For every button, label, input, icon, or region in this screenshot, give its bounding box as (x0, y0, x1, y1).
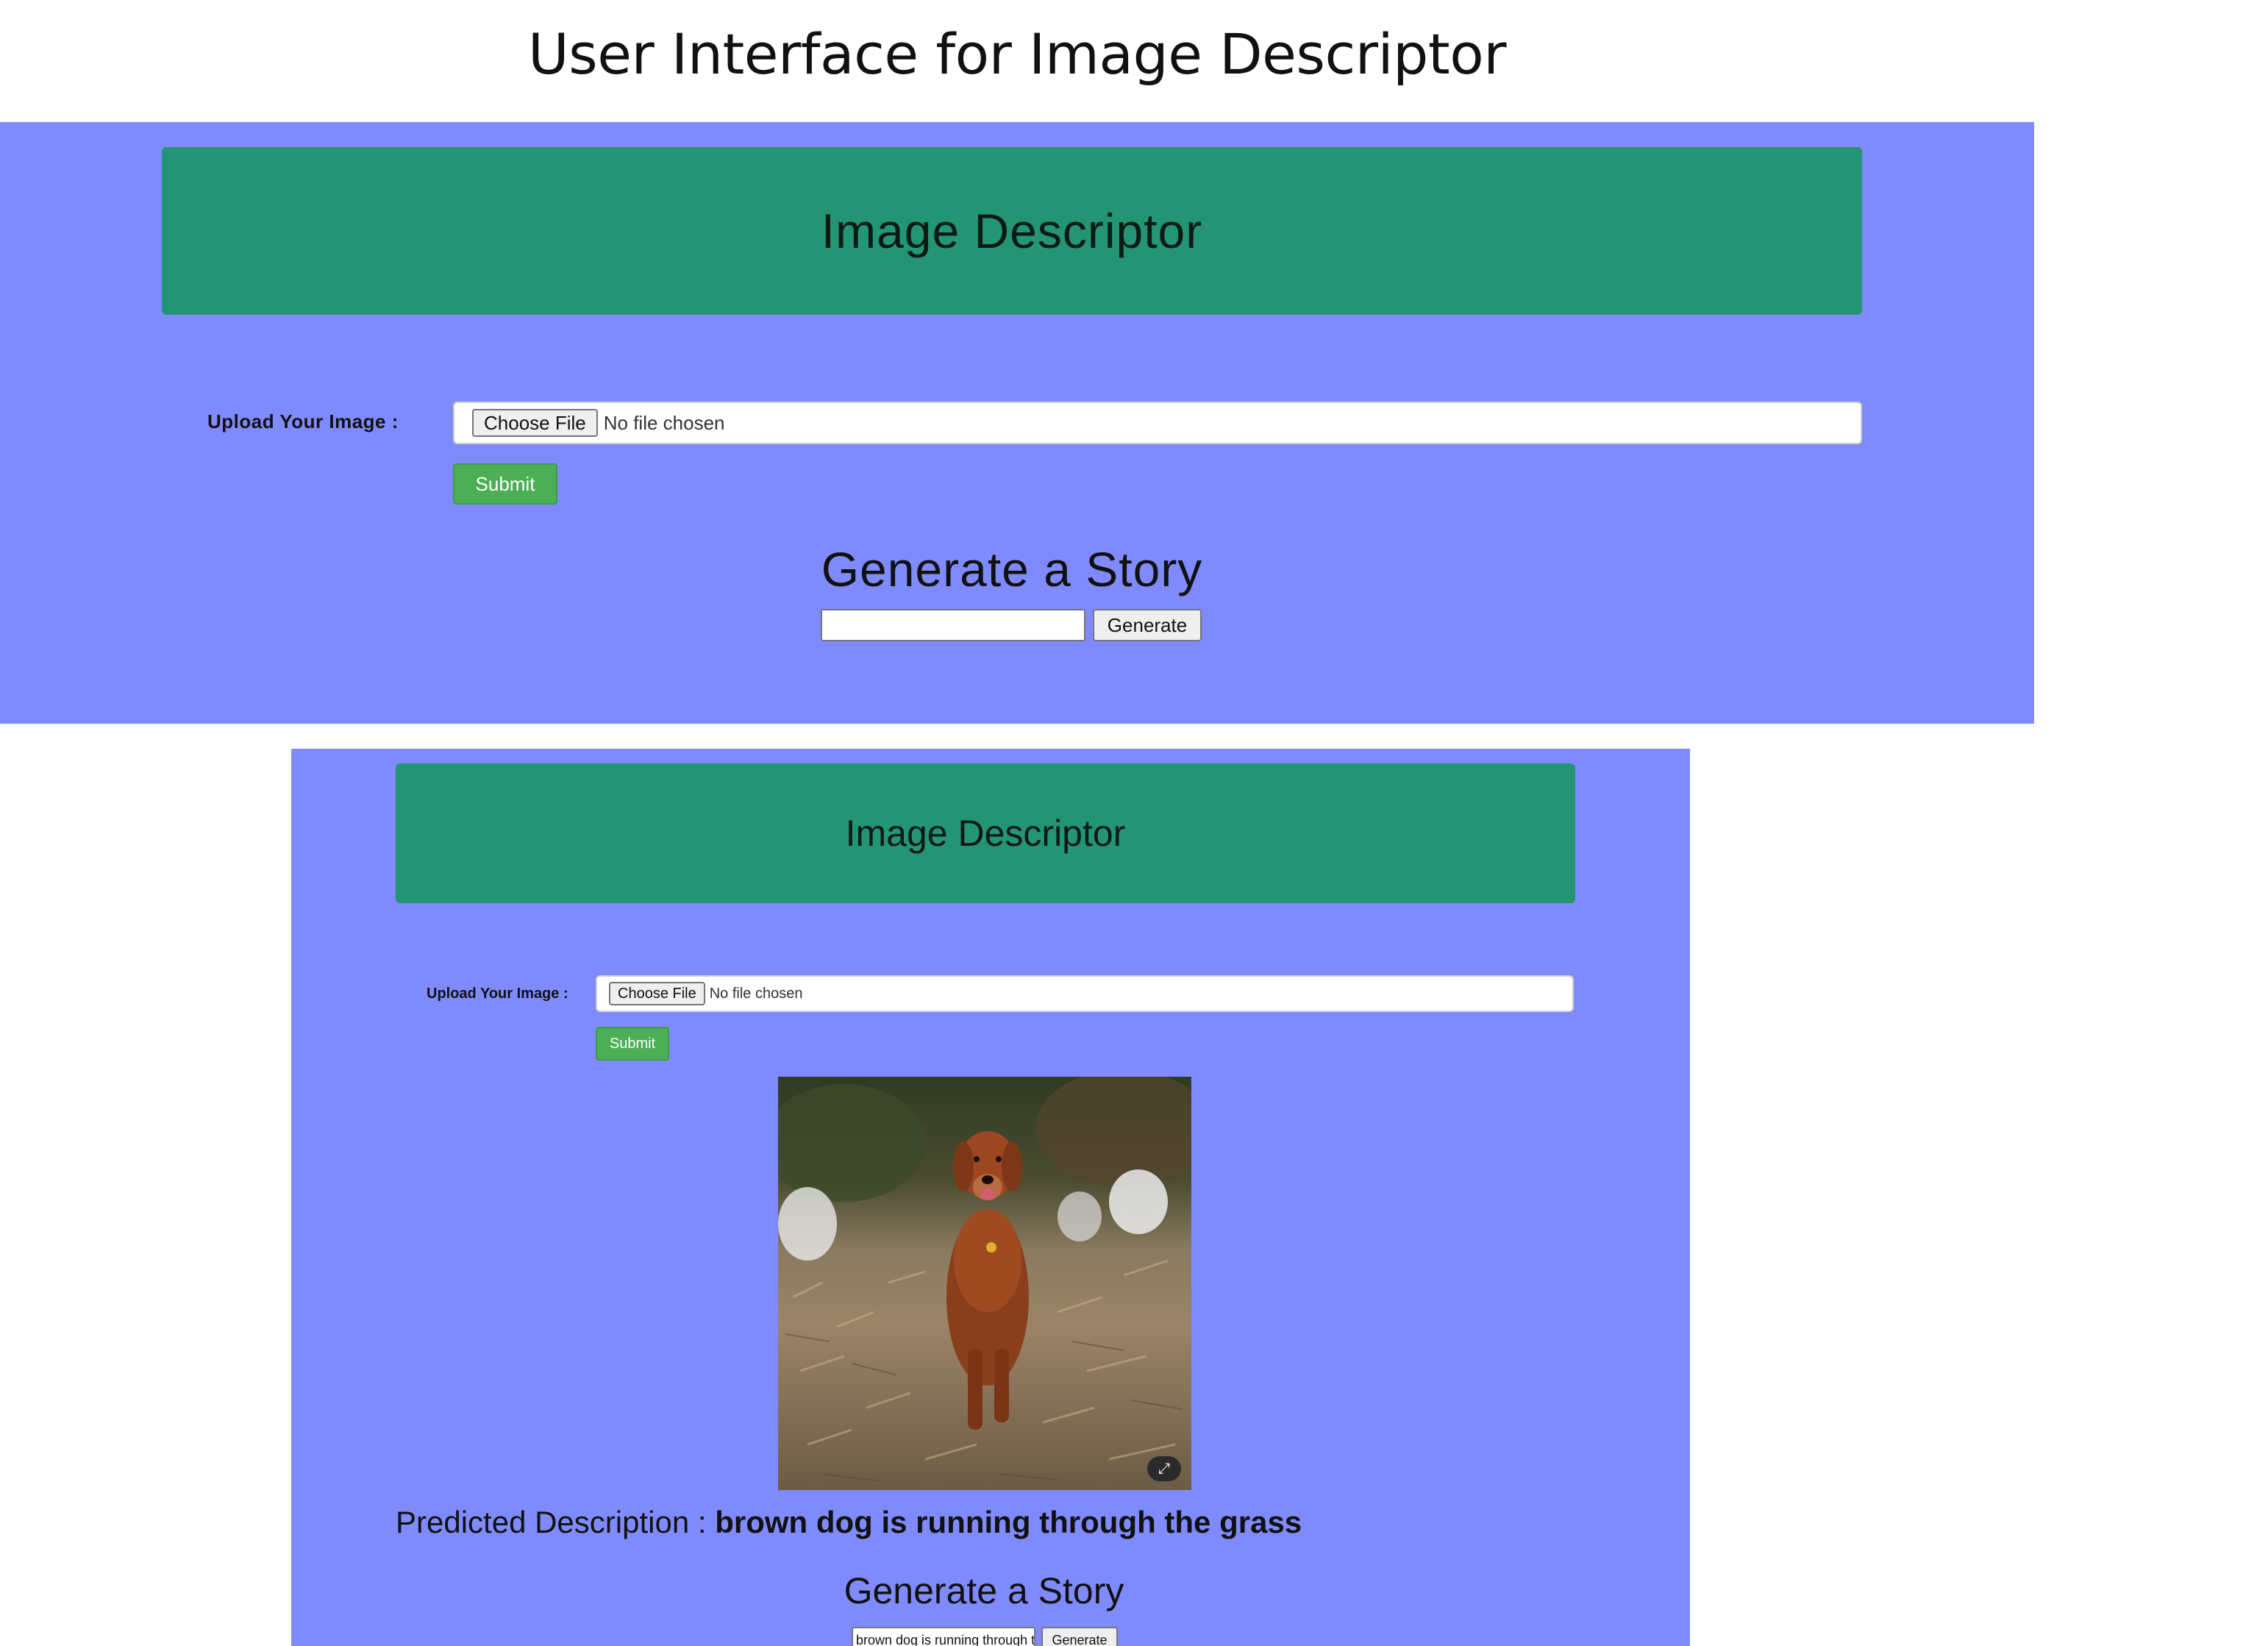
prediction-label: Predicted Description : (396, 1505, 707, 1539)
upload-label: Upload Your Image : (207, 410, 399, 432)
file-input[interactable]: Choose File No file chosen (596, 975, 1574, 1012)
screen-before-upload: Image Descriptor Upload Your Image : Cho… (0, 122, 2034, 724)
app-title: Image Descriptor (821, 204, 1203, 258)
story-heading: Generate a Story (821, 542, 1203, 596)
generate-button[interactable]: Generate (1093, 609, 1202, 641)
choose-file-button[interactable]: Choose File (609, 982, 705, 1005)
expand-icon[interactable]: ⤢ (1147, 1456, 1181, 1481)
app-header-banner: Image Descriptor (396, 763, 1575, 903)
story-heading: Generate a Story (844, 1570, 1124, 1611)
uploaded-dog-image: ⤢ (778, 1077, 1191, 1490)
app-title: Image Descriptor (845, 813, 1126, 854)
screen-after-upload: Image Descriptor Upload Your Image : Cho… (291, 749, 1690, 1646)
predicted-description: Predicted Description : brown dog is run… (396, 1505, 1302, 1540)
file-status: No file chosen (603, 411, 725, 434)
submit-button[interactable]: Submit (596, 1027, 669, 1061)
generate-button[interactable]: Generate (1041, 1627, 1118, 1646)
prediction-value: brown dog is running through the grass (715, 1505, 1302, 1539)
file-input[interactable]: Choose File No file chosen (453, 402, 1862, 444)
upload-label: Upload Your Image : (427, 986, 568, 1002)
file-status: No file chosen (709, 985, 803, 1002)
story-input[interactable] (821, 609, 1085, 641)
figure-title: User Interface for Image Descriptor (528, 21, 1506, 87)
choose-file-button[interactable]: Choose File (472, 409, 598, 437)
story-input[interactable]: brown dog is running through the grass (852, 1627, 1035, 1646)
app-header-banner: Image Descriptor (162, 147, 1862, 315)
submit-button[interactable]: Submit (453, 463, 557, 505)
